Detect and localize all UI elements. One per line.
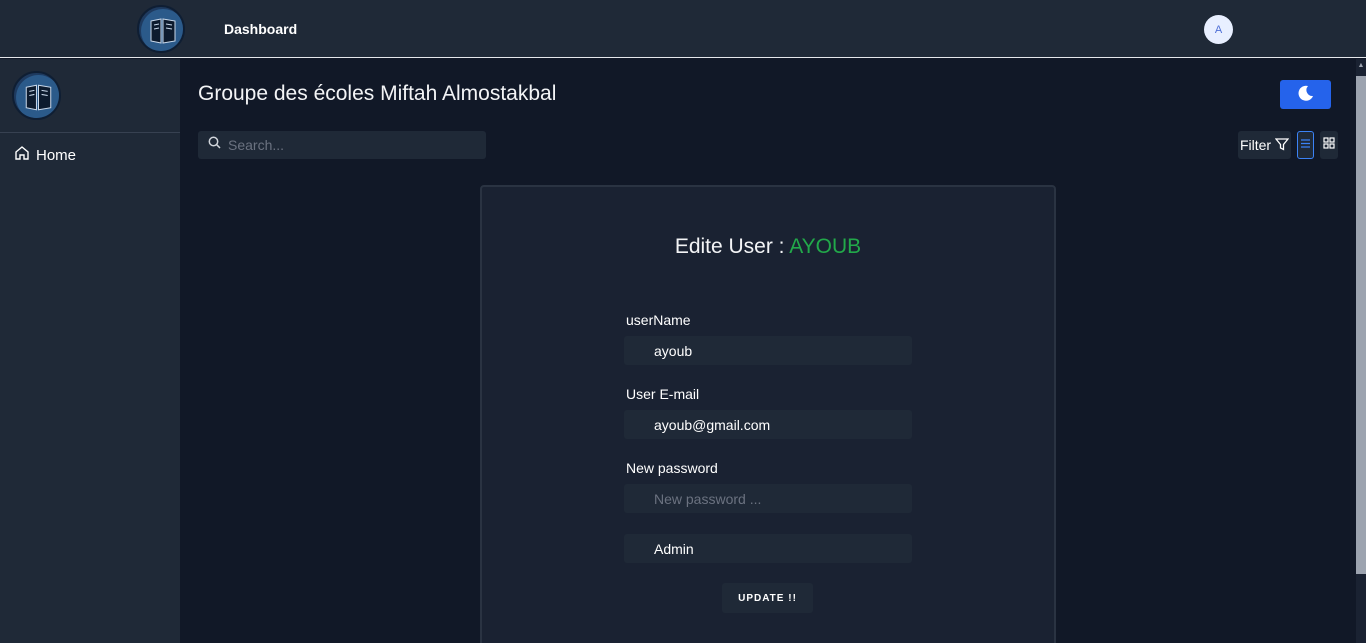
- scroll-up-icon[interactable]: ▲: [1357, 62, 1365, 70]
- password-label: New password: [626, 460, 718, 476]
- sidebar: Home: [0, 59, 180, 643]
- sidebar-item-home[interactable]: Home: [14, 145, 76, 165]
- filter-icon: [1274, 137, 1290, 154]
- user-avatar[interactable]: A: [1204, 15, 1233, 44]
- search-bar: [198, 131, 486, 159]
- email-label: User E-mail: [626, 386, 700, 402]
- filter-label: Filter: [1239, 137, 1272, 153]
- theme-toggle-button[interactable]: [1280, 80, 1331, 109]
- update-button[interactable]: UPDATE !!: [722, 583, 813, 613]
- edit-user-card: Edite User : AYOUB userName User E-mail …: [480, 185, 1056, 643]
- card-title: Edite User : AYOUB: [482, 235, 1054, 259]
- search-input[interactable]: [228, 137, 468, 153]
- scrollbar-thumb[interactable]: [1356, 76, 1366, 574]
- sidebar-logo-area: [0, 59, 180, 133]
- role-field[interactable]: [624, 534, 912, 563]
- username-field[interactable]: [624, 336, 912, 365]
- sidebar-logo[interactable]: [12, 71, 61, 120]
- grid-view-button[interactable]: [1320, 131, 1338, 159]
- list-icon: [1300, 136, 1311, 154]
- search-icon: [208, 136, 221, 154]
- school-logo[interactable]: [137, 5, 185, 53]
- grid-icon: [1323, 136, 1335, 154]
- card-title-prefix: Edite User :: [674, 235, 790, 258]
- top-navbar: Dashboard A: [0, 0, 1366, 58]
- filter-button[interactable]: Filter: [1238, 131, 1291, 159]
- sidebar-item-label: Home: [36, 146, 77, 164]
- home-icon: [14, 145, 30, 165]
- page-title: Groupe des écoles Miftah Almostakbal: [198, 82, 557, 105]
- username-label: userName: [626, 312, 691, 328]
- email-field[interactable]: [624, 410, 912, 439]
- new-password-field[interactable]: [624, 484, 912, 513]
- card-title-username: AYOUB: [789, 235, 862, 258]
- moon-icon: [1297, 84, 1315, 105]
- nav-dashboard-link[interactable]: Dashboard: [224, 21, 297, 37]
- list-view-button[interactable]: [1297, 131, 1314, 159]
